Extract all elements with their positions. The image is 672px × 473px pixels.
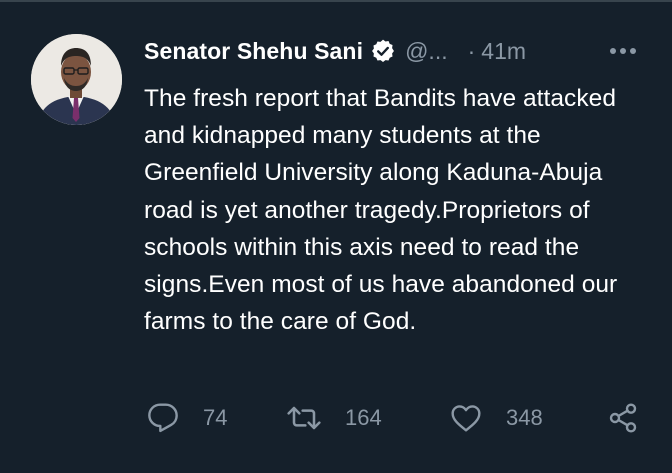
share-icon [609, 403, 637, 433]
action-bar: 74 164 348 [0, 395, 672, 441]
display-name[interactable]: Senator Shehu Sani [144, 38, 363, 65]
tweet-text: The fresh report that Bandits have attac… [144, 85, 618, 336]
verified-badge-icon [370, 38, 396, 64]
retweet-icon [287, 406, 321, 430]
retweet-count: 164 [345, 405, 382, 430]
profile-photo-icon [31, 34, 122, 125]
like-button[interactable]: 348 [450, 395, 543, 441]
like-count: 348 [506, 405, 543, 430]
separator-dot: · [467, 37, 476, 64]
share-button[interactable] [607, 395, 639, 441]
reply-button[interactable]: 74 [147, 395, 227, 441]
reply-icon [148, 403, 178, 433]
handle[interactable]: @... [405, 38, 448, 65]
heart-icon [451, 405, 481, 432]
reply-count: 74 [203, 405, 228, 430]
avatar[interactable] [31, 34, 122, 125]
retweet-button[interactable]: 164 [287, 395, 382, 441]
more-horizontal-icon [610, 48, 636, 54]
timestamp[interactable]: 41m [481, 38, 526, 65]
more-options-button[interactable] [608, 38, 638, 64]
tweet[interactable]: Senator Shehu Sani @... · 41m The fresh … [0, 0, 672, 473]
tweet-header: Senator Shehu Sani @... · 41m [144, 33, 526, 69]
